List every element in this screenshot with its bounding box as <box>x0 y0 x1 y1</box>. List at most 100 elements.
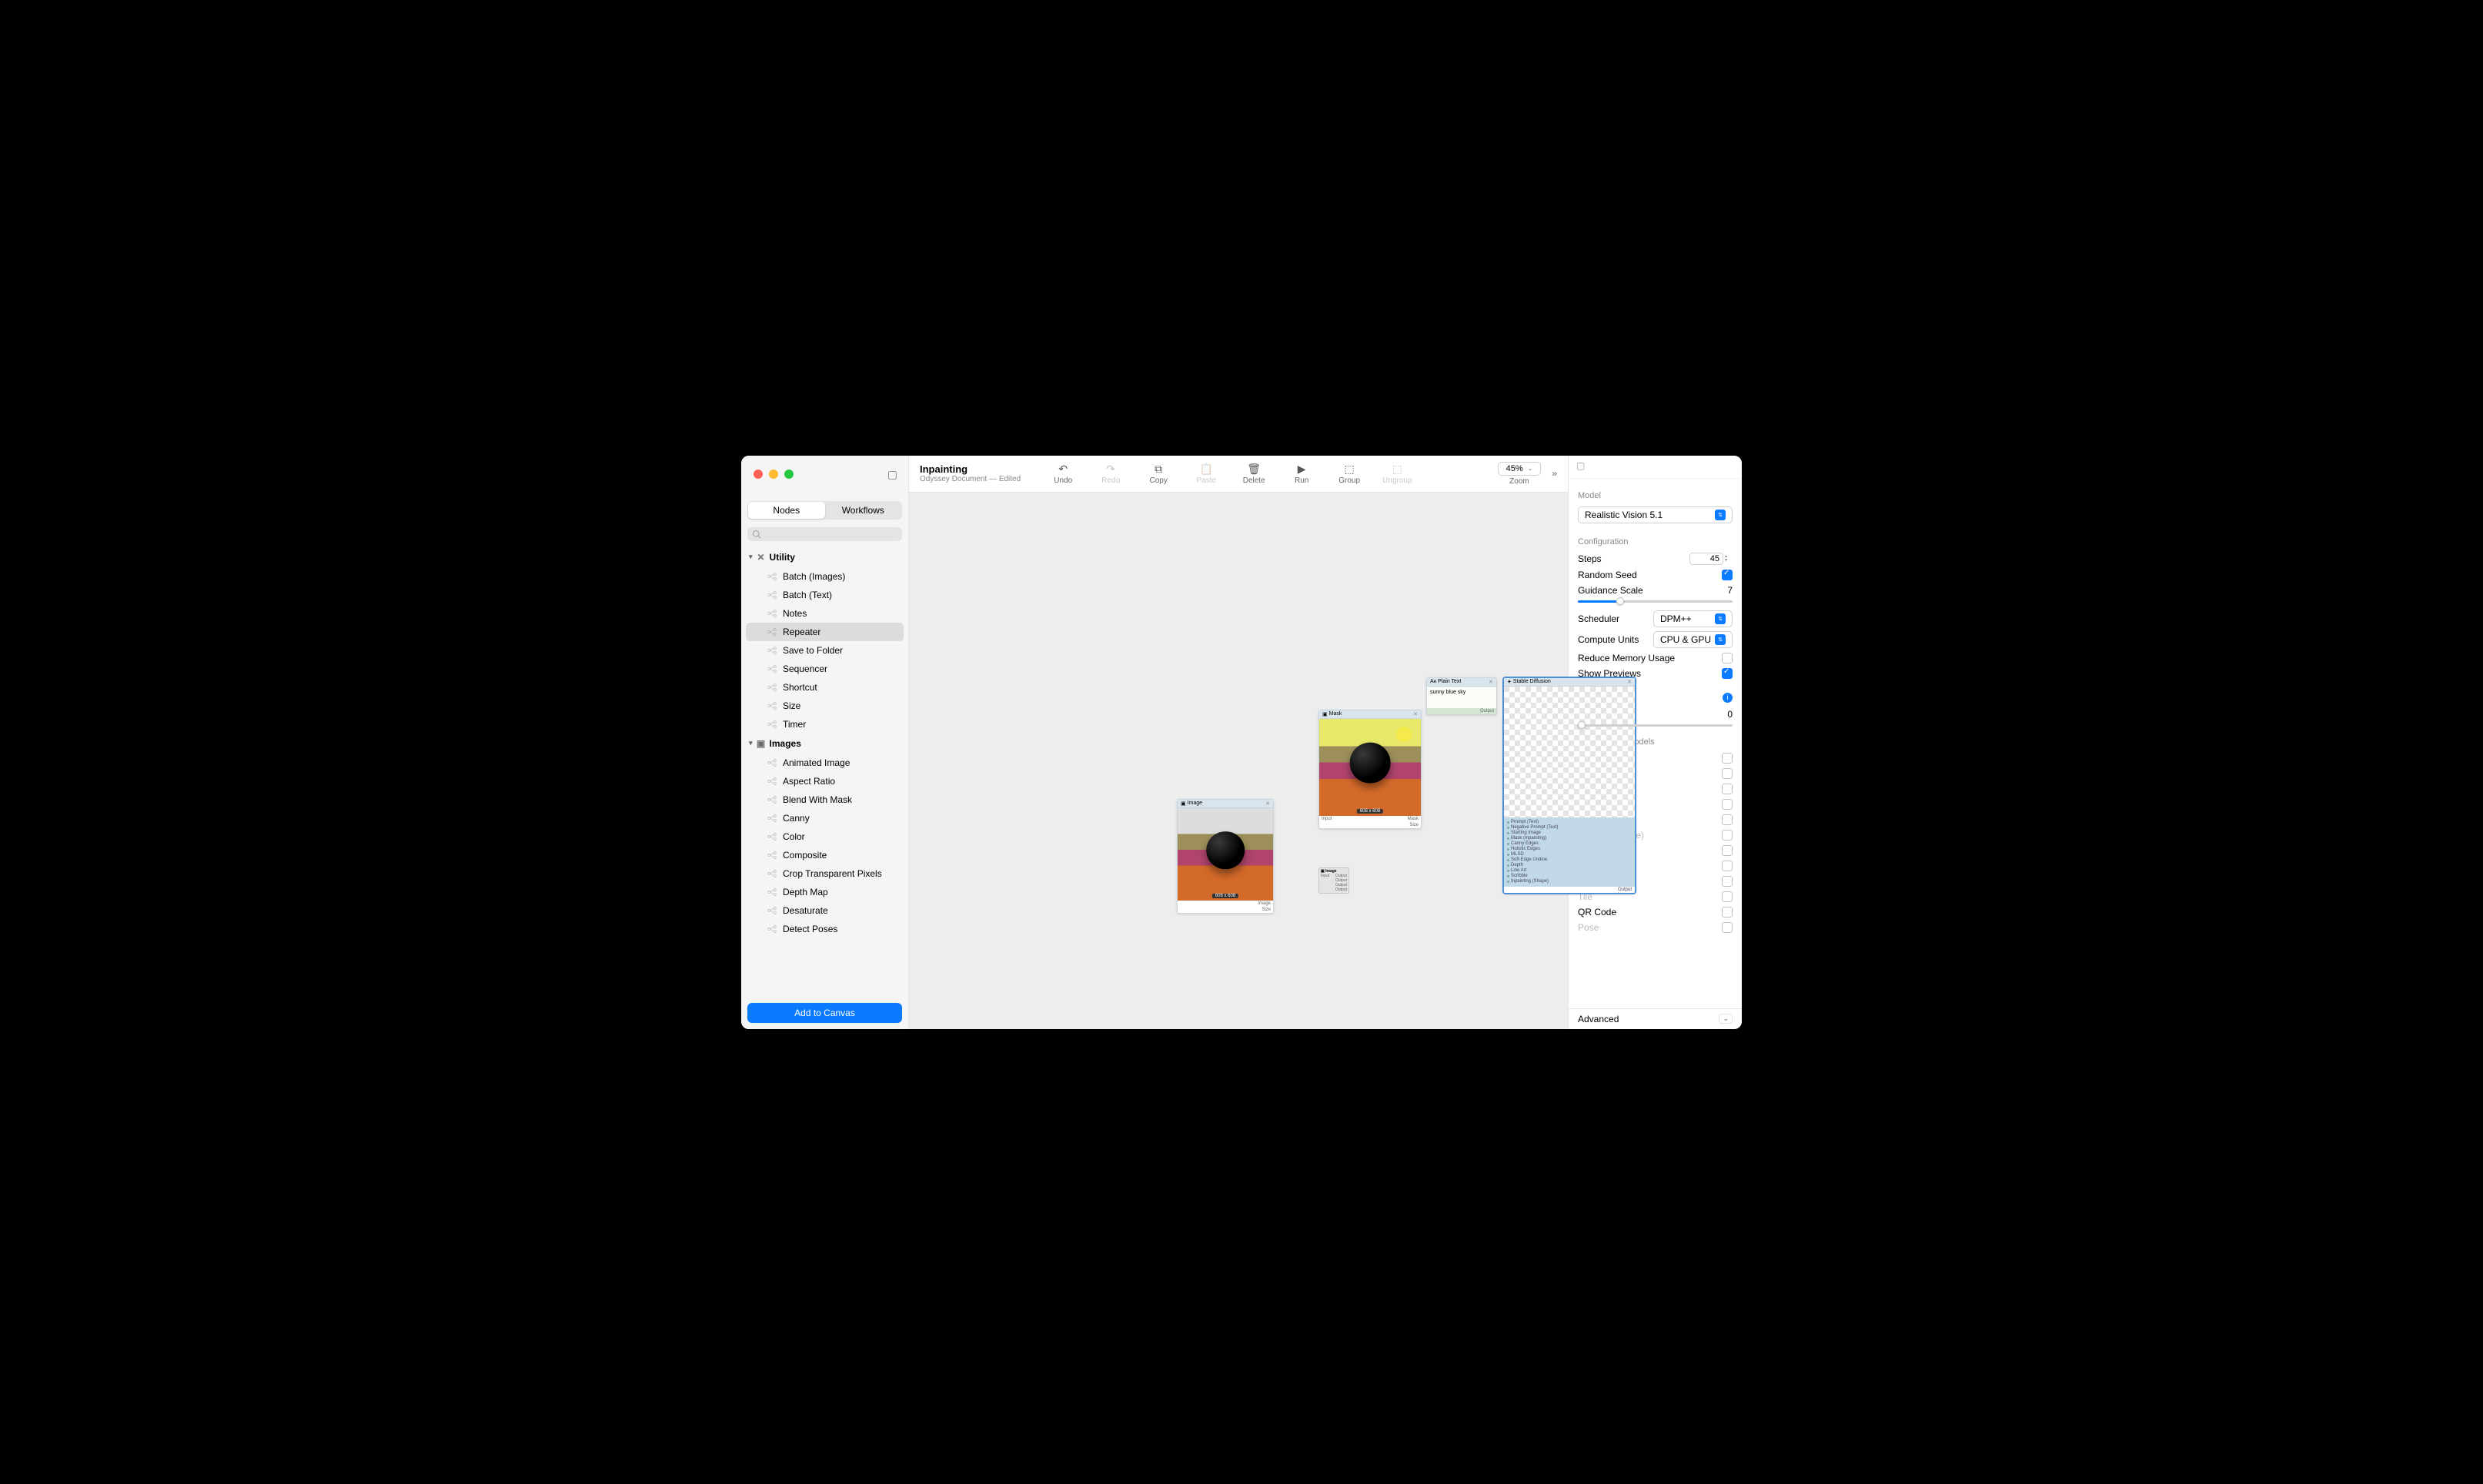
sidebar-item-shortcut[interactable]: Shortcut <box>746 678 904 697</box>
inspector-toggle-icon[interactable]: ▢ <box>1569 456 1742 479</box>
checkbox[interactable] <box>1722 768 1733 779</box>
sidebar-item-animated-image[interactable]: Animated Image <box>746 754 904 772</box>
sidebar-item-batch-text-[interactable]: Batch (Text) <box>746 586 904 604</box>
sidebar-item-color[interactable]: Color <box>746 827 904 846</box>
tab-workflows[interactable]: Workflows <box>825 502 902 519</box>
sd-port[interactable]: MLSD <box>1507 852 1632 857</box>
influence-value: 0 <box>1727 709 1733 720</box>
random-seed-row: Random Seed <box>1578 570 1733 580</box>
plain-text-content[interactable]: sunny blue sky <box>1427 687 1496 708</box>
group-utility-header[interactable]: ▾ ✕ Utility <box>746 547 904 567</box>
sidebar-item-blend-with-mask[interactable]: Blend With Mask <box>746 790 904 809</box>
model-select[interactable]: Realistic Vision 5.1⇅ <box>1578 506 1733 523</box>
compute-select[interactable]: CPU & GPU⇅ <box>1653 631 1733 648</box>
guidance-slider[interactable] <box>1578 600 1733 603</box>
section-model: Model <box>1578 491 1733 500</box>
sidebar-segmented-control[interactable]: Nodes Workflows <box>747 501 902 520</box>
advanced-toggle[interactable]: Advanced⌄ <box>1569 1008 1742 1029</box>
canvas-node-image[interactable]: ▣Image✕ 608 x 608 Image Size <box>1177 799 1274 914</box>
search-field[interactable] <box>747 527 902 541</box>
checkbox[interactable] <box>1722 845 1733 856</box>
main-area: Inpainting Odyssey Document — Edited ↶Un… <box>909 456 1568 1029</box>
sd-port[interactable]: Holistic Edges <box>1507 847 1632 852</box>
add-to-canvas-button[interactable]: Add to Canvas <box>747 1003 902 1023</box>
sidebar-item-detect-poses[interactable]: Detect Poses <box>746 920 904 938</box>
zoom-control[interactable]: 45%⌄ Zoom <box>1498 462 1542 486</box>
toolbar-overflow-icon[interactable]: » <box>1552 468 1557 479</box>
scheduler-select[interactable]: DPM++⇅ <box>1653 610 1733 627</box>
sd-port[interactable]: Depth <box>1507 863 1632 868</box>
sd-port[interactable]: Negative Prompt (Text) <box>1507 825 1632 831</box>
connection-wires <box>909 493 1140 608</box>
checkbox[interactable] <box>1722 861 1733 871</box>
checkbox[interactable] <box>1722 799 1733 810</box>
sidebar: ▢ Nodes Workflows ▾ ✕ Utility Batch (Ima… <box>741 456 909 1029</box>
sidebar-item-timer[interactable]: Timer <box>746 715 904 734</box>
reduce-memory-checkbox[interactable] <box>1722 653 1733 663</box>
ungroup-button[interactable]: ⬚Ungroup <box>1382 463 1412 485</box>
checkbox[interactable] <box>1722 784 1733 794</box>
checkbox[interactable] <box>1722 907 1733 917</box>
sd-port[interactable]: Prompt (Text) <box>1507 820 1632 825</box>
canvas-node-mask[interactable]: ▣Mask✕ 608 x 608 InputMask Size <box>1318 710 1422 829</box>
delete-button[interactable]: 🗑Delete <box>1239 463 1268 485</box>
sidebar-item-canny[interactable]: Canny <box>746 809 904 827</box>
sd-port[interactable]: Canny Edges <box>1507 841 1632 847</box>
close-window-button[interactable] <box>754 470 763 479</box>
checkbox[interactable] <box>1722 891 1733 902</box>
sidebar-item-batch-images-[interactable]: Batch (Images) <box>746 567 904 586</box>
sidebar-item-depth-map[interactable]: Depth Map <box>746 883 904 901</box>
canvas-node-image-small[interactable]: ▣ Image InputOutputOutputOutputOutput <box>1318 867 1349 894</box>
close-icon[interactable]: ✕ <box>1265 800 1270 807</box>
sidebar-item-repeater[interactable]: Repeater <box>746 623 904 641</box>
guidance-row: Guidance Scale 7 <box>1578 585 1733 596</box>
checkbox[interactable] <box>1722 922 1733 933</box>
sd-port[interactable]: Starting Image <box>1507 831 1632 836</box>
zoom-window-button[interactable] <box>784 470 794 479</box>
checkbox[interactable] <box>1722 814 1733 825</box>
info-icon[interactable]: i <box>1723 693 1733 703</box>
sidebar-item-sequencer[interactable]: Sequencer <box>746 660 904 678</box>
sidebar-item-notes[interactable]: Notes <box>746 604 904 623</box>
influence-slider[interactable] <box>1578 724 1733 727</box>
sd-port[interactable]: Line Art <box>1507 868 1632 874</box>
sidebar-toggle-icon[interactable]: ▢ <box>887 468 897 481</box>
undo-button[interactable]: ↶Undo <box>1048 463 1078 485</box>
group-button[interactable]: ⬚Group <box>1335 463 1364 485</box>
sidebar-item-size[interactable]: Size <box>746 697 904 715</box>
sidebar-item-aspect-ratio[interactable]: Aspect Ratio <box>746 772 904 790</box>
group-images-header[interactable]: ▾ ▣ Images <box>746 734 904 754</box>
minimize-window-button[interactable] <box>769 470 778 479</box>
checkbox[interactable] <box>1722 753 1733 764</box>
sd-port[interactable]: Soft-Edge Undine <box>1507 857 1632 863</box>
close-icon[interactable]: ✕ <box>1627 679 1632 685</box>
sidebar-item-save-to-folder[interactable]: Save to Folder <box>746 641 904 660</box>
paste-button[interactable]: 📋Paste <box>1191 463 1221 485</box>
sd-port[interactable]: Mask (Inpainting) <box>1507 836 1632 841</box>
checkbox[interactable] <box>1722 830 1733 841</box>
wrench-icon: ✕ <box>756 552 767 563</box>
redo-button[interactable]: ↷Redo <box>1096 463 1125 485</box>
steps-input[interactable]: 45 <box>1689 553 1723 565</box>
copy-icon: ⧉ <box>1155 463 1162 476</box>
dropdown-icon: ⇅ <box>1715 634 1726 645</box>
copy-button[interactable]: ⧉Copy <box>1144 463 1173 485</box>
close-icon[interactable]: ✕ <box>1489 679 1493 685</box>
run-button[interactable]: ▶Run <box>1287 463 1316 485</box>
canvas[interactable]: ▣Image✕ 608 x 608 Image Size ▣ Image Inp… <box>909 493 1568 1029</box>
sidebar-item-composite[interactable]: Composite <box>746 846 904 864</box>
sidebar-item-desaturate[interactable]: Desaturate <box>746 901 904 920</box>
sidebar-item-crop-transparent-pixels[interactable]: Crop Transparent Pixels <box>746 864 904 883</box>
steps-stepper[interactable]: ▴▾ <box>1725 555 1733 563</box>
random-seed-checkbox[interactable] <box>1722 570 1733 580</box>
node-library[interactable]: ▾ ✕ Utility Batch (Images)Batch (Text)No… <box>741 544 908 997</box>
canvas-node-stable-diffusion[interactable]: ✦Stable Diffusion✕ Prompt (Text)Negative… <box>1503 677 1636 894</box>
show-previews-checkbox[interactable] <box>1722 668 1733 679</box>
toolbar: Inpainting Odyssey Document — Edited ↶Un… <box>909 456 1568 493</box>
sd-port[interactable]: Inpainting (Shape) <box>1507 879 1632 884</box>
close-icon[interactable]: ✕ <box>1413 711 1418 717</box>
sd-port[interactable]: Scribble <box>1507 874 1632 879</box>
checkbox[interactable] <box>1722 876 1733 887</box>
canvas-node-plain-text[interactable]: AᴀPlain Text✕ sunny blue sky Output <box>1426 677 1497 715</box>
tab-nodes[interactable]: Nodes <box>748 502 825 519</box>
